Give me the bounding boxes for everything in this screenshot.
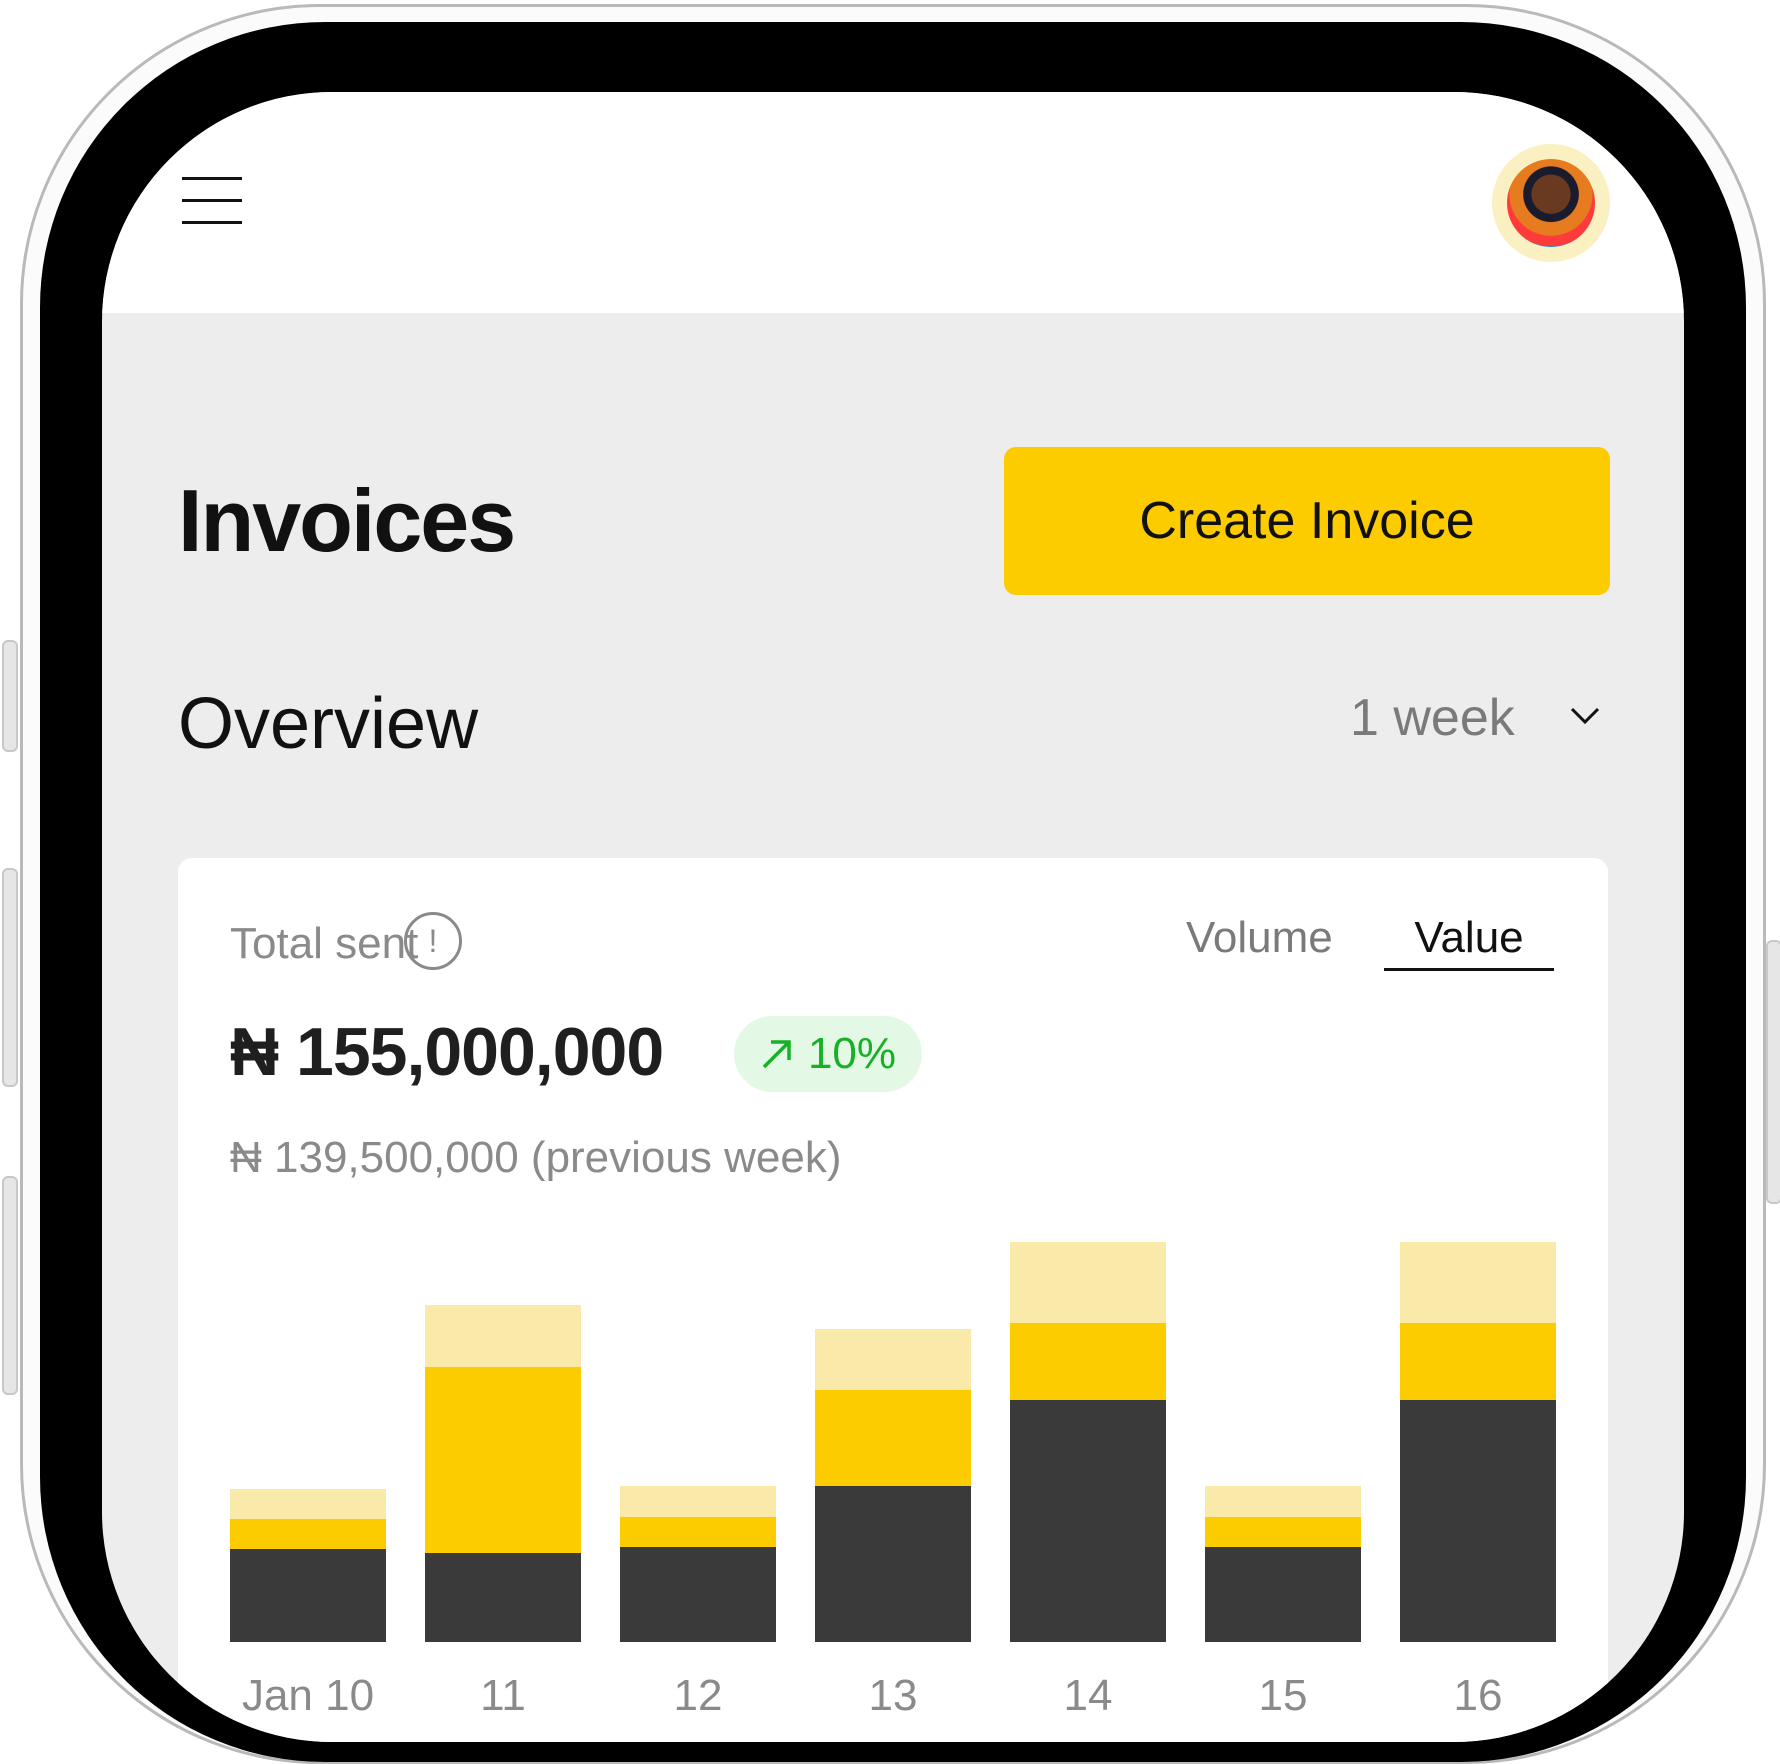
bar-segment-1-0 — [425, 1553, 581, 1642]
bar-segment-5-2 — [1205, 1486, 1361, 1517]
x-tick-label: 12 — [673, 1671, 723, 1720]
bar-segment-0-2 — [230, 1488, 386, 1519]
bar-segment-6-0 — [1400, 1399, 1556, 1642]
user-avatar-image — [1507, 159, 1595, 247]
bar-segment-0-1 — [230, 1518, 386, 1550]
overview-card: Total sent ! Volume Value ₦ 155,000,000 … — [178, 858, 1608, 1742]
bar-segment-6-2 — [1400, 1242, 1556, 1323]
create-invoice-button[interactable]: Create Invoice — [1004, 447, 1610, 595]
x-tick-label: 11 — [480, 1671, 526, 1720]
bar-3[interactable] — [815, 1328, 971, 1642]
tab-value[interactable]: Value — [1384, 916, 1554, 960]
bar-segment-1-1 — [425, 1367, 581, 1554]
bar-segment-0-0 — [230, 1549, 386, 1642]
hamburger-menu-icon[interactable] — [182, 177, 242, 225]
info-icon[interactable]: ! — [404, 912, 462, 970]
bar-1[interactable] — [425, 1304, 581, 1642]
x-tick-label: 15 — [1258, 1671, 1308, 1720]
tab-volume[interactable]: Volume — [1186, 916, 1333, 960]
bar-segment-2-2 — [620, 1486, 776, 1517]
bar-segment-4-1 — [1010, 1322, 1166, 1400]
x-tick-label: Jan 10 — [241, 1671, 375, 1720]
side-button-left-3 — [2, 1176, 18, 1395]
side-button-right — [1766, 940, 1780, 1204]
bar-segment-5-1 — [1205, 1516, 1361, 1548]
bar-segment-3-0 — [815, 1486, 971, 1642]
total-amount: ₦ 155,000,000 — [230, 1014, 664, 1090]
bar-4[interactable] — [1010, 1242, 1166, 1642]
bar-segment-6-1 — [1400, 1322, 1556, 1400]
change-badge: 10% — [734, 1016, 922, 1092]
bar-segment-4-0 — [1010, 1399, 1166, 1642]
range-selector[interactable]: 1 week — [1350, 692, 1515, 744]
avatar[interactable] — [1492, 144, 1610, 262]
bar-segment-3-1 — [815, 1389, 971, 1487]
previous-amount: ₦ 139,500,000 (previous week) — [230, 1133, 842, 1182]
bar-5[interactable] — [1205, 1486, 1361, 1642]
arrow-up-right-icon — [762, 1040, 791, 1069]
bar-segment-2-1 — [620, 1516, 776, 1548]
side-button-left-2 — [2, 868, 18, 1087]
bar-0[interactable] — [230, 1488, 386, 1642]
x-tick-label: 13 — [868, 1671, 918, 1720]
top-bar — [102, 92, 1684, 313]
app-screen: Invoices Create Invoice Overview 1 week … — [102, 92, 1684, 1742]
bar-segment-3-2 — [815, 1328, 971, 1390]
total-sent-label: Total sent — [230, 919, 419, 968]
bar-segment-4-2 — [1010, 1242, 1166, 1323]
page-title: Invoices — [178, 471, 516, 570]
bar-chart: Jan 10 11 12 13 14 15 16 — [230, 1238, 1556, 1738]
chevron-down-icon[interactable] — [1570, 706, 1600, 726]
x-tick-label: 14 — [1063, 1671, 1113, 1720]
bar-2[interactable] — [620, 1486, 776, 1642]
bar-segment-1-2 — [425, 1304, 581, 1368]
bar-segment-2-0 — [620, 1547, 776, 1642]
bar-6[interactable] — [1400, 1242, 1556, 1642]
side-button-left-1 — [2, 640, 18, 752]
x-tick-label: 16 — [1453, 1671, 1503, 1720]
active-tab-underline — [1384, 968, 1554, 971]
change-value: 10% — [807, 1029, 897, 1078]
bar-segment-5-0 — [1205, 1547, 1361, 1642]
overview-heading: Overview — [178, 684, 479, 764]
